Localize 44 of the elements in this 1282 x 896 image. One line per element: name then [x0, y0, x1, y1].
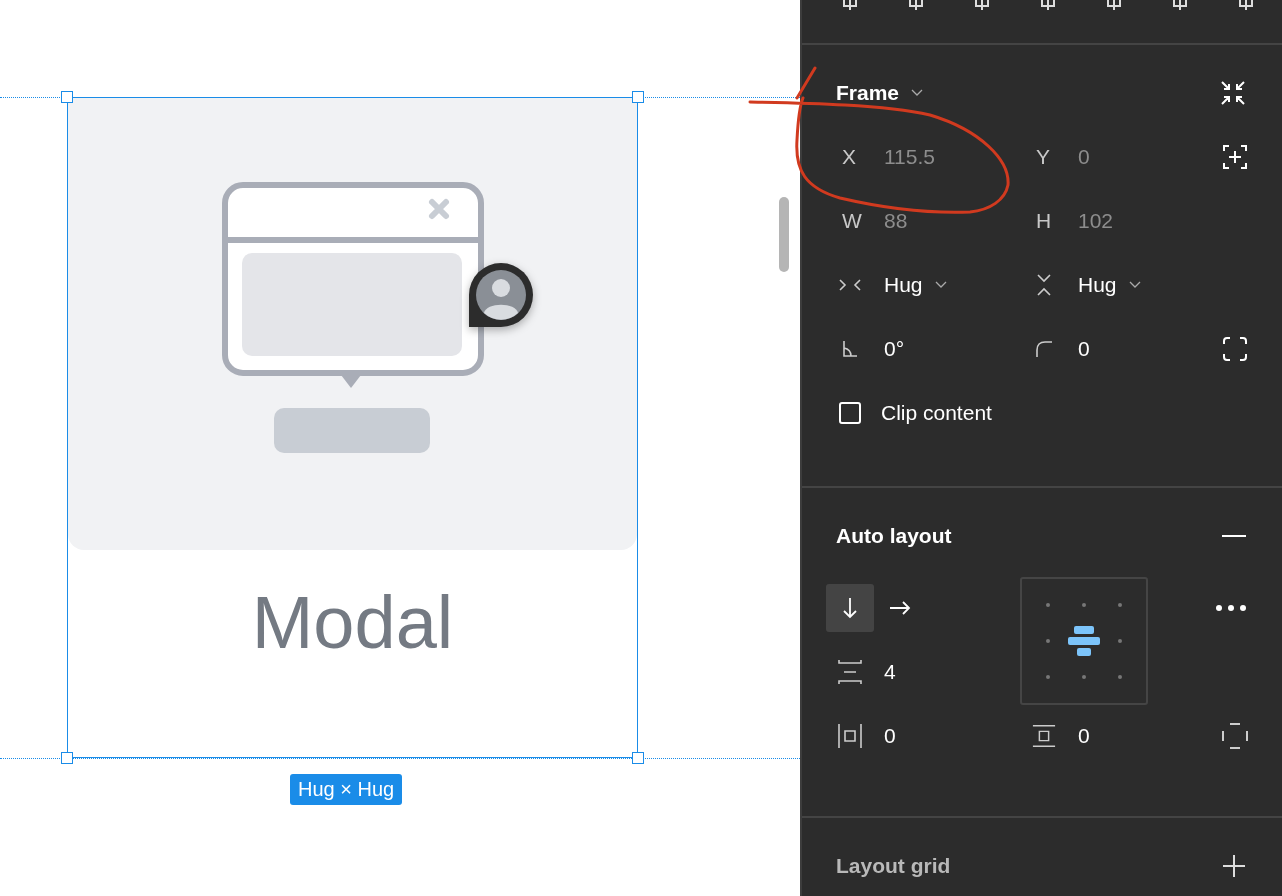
alignment-picker[interactable] [1020, 577, 1148, 705]
width-mode-dropdown[interactable]: Hug [884, 273, 947, 297]
individual-padding-icon[interactable] [1222, 723, 1248, 749]
horizontal-padding-icon [838, 723, 862, 749]
avatar-pin-icon[interactable] [467, 262, 534, 328]
add-frame-icon[interactable] [1222, 144, 1248, 170]
chevron-down-icon [911, 89, 924, 97]
vertical-padding-icon [1032, 724, 1056, 748]
spacing-icon [838, 659, 862, 685]
independent-corners-icon[interactable] [1222, 336, 1248, 362]
resize-handle[interactable] [632, 752, 644, 764]
auto-layout-title: Auto layout [836, 524, 952, 548]
add-icon[interactable] [1222, 854, 1246, 878]
spacing-value-field[interactable]: 4 [884, 660, 896, 684]
x-label: X [841, 145, 857, 169]
clip-content-checkbox[interactable] [839, 402, 861, 424]
resize-handle[interactable] [61, 91, 73, 103]
w-label: W [841, 209, 863, 233]
scrollbar-thumb[interactable] [779, 197, 789, 272]
modal-component-card[interactable]: Modal [67, 97, 638, 758]
clip-content-label: Clip content [881, 401, 992, 425]
chevron-down-icon [1128, 281, 1141, 289]
remove-icon[interactable] [1222, 534, 1246, 538]
vertical-padding-field[interactable]: 0 [1078, 724, 1090, 748]
rotation-value-field[interactable]: 0° [884, 337, 905, 361]
corner-radius-value-field[interactable]: 0 [1078, 337, 1090, 361]
card-title: Modal [250, 580, 455, 666]
horizontal-padding-field[interactable]: 0 [884, 724, 896, 748]
alignment-cell[interactable] [1066, 623, 1102, 659]
frame-type-dropdown[interactable]: Frame [836, 81, 924, 105]
right-arrow-icon [889, 600, 911, 616]
size-label: Hug × Hug [290, 774, 403, 805]
more-options-icon[interactable] [1216, 605, 1248, 611]
y-label: Y [1035, 145, 1051, 169]
resize-handle[interactable] [632, 91, 644, 103]
layout-grid-title: Layout grid [836, 854, 951, 878]
horizontal-resize-icon [838, 278, 862, 292]
h-label: H [1035, 209, 1053, 233]
down-arrow-icon [842, 597, 858, 619]
height-mode-dropdown[interactable]: Hug [1078, 273, 1141, 297]
collapse-icon[interactable] [1220, 80, 1246, 106]
chevron-down-icon [934, 281, 947, 289]
vertical-direction-button[interactable] [826, 584, 874, 632]
resize-handle[interactable] [61, 752, 73, 764]
